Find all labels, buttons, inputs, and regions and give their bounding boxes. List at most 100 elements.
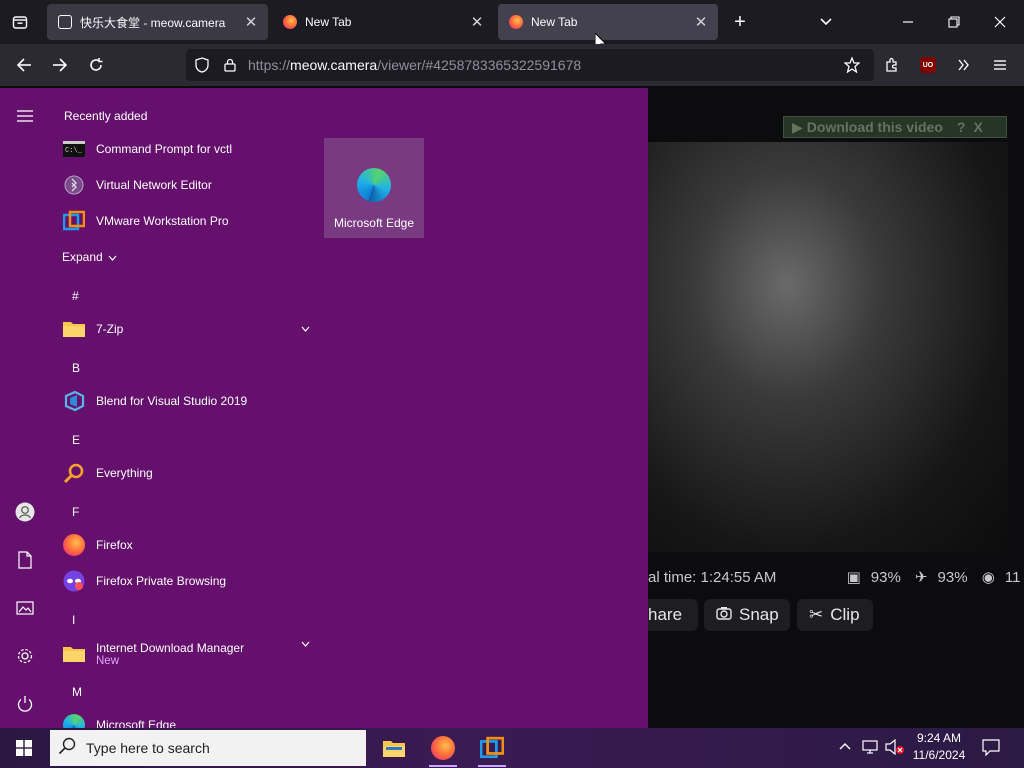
close-tab-icon[interactable]: ✕ <box>465 10 489 34</box>
cat-favicon-icon <box>57 14 73 30</box>
scissors-icon: ✂ <box>809 605 824 624</box>
download-video-label: Download this video <box>806 119 943 135</box>
more-tools-chevron-icon[interactable] <box>952 53 976 77</box>
expand-label: Expand <box>62 250 103 264</box>
viewer-count: 11 <box>1004 569 1021 586</box>
settings-gear-icon[interactable] <box>13 644 37 668</box>
food-level: 93% <box>870 569 901 586</box>
start-menu-rail <box>0 88 50 728</box>
action-center-icon[interactable] <box>982 738 1000 759</box>
clip-button[interactable]: ✂ Clip <box>797 599 873 631</box>
eye-icon: ◉ <box>981 569 995 586</box>
tab-new-tab-active[interactable]: New Tab ✕ <box>498 4 718 40</box>
download-help-icon[interactable]: ? <box>957 119 966 135</box>
app-item-blend-vs-2019[interactable]: Blend for Visual Studio 2019 <box>62 385 312 417</box>
download-close-icon[interactable]: X <box>973 119 982 135</box>
snap-button[interactable]: Snap <box>704 599 790 631</box>
taskbar-clock[interactable]: 9:24 AM 11/6/2024 <box>906 730 972 764</box>
firefox-favicon-icon <box>282 14 298 30</box>
app-label: VMware Workstation Pro <box>96 214 229 228</box>
user-account-icon[interactable] <box>13 500 37 524</box>
app-item-7zip-folder[interactable]: 7-Zip <box>62 313 312 345</box>
group-letter-i[interactable]: I <box>72 613 75 627</box>
camera-video-player[interactable] <box>640 142 1008 552</box>
svg-text:C:\_: C:\_ <box>65 147 83 155</box>
tab-title: New Tab <box>531 15 578 29</box>
group-letter-b[interactable]: B <box>72 361 80 375</box>
hamburger-menu-icon[interactable] <box>13 104 37 128</box>
group-letter-m[interactable]: M <box>72 685 82 699</box>
app-item-microsoft-edge[interactable]: Microsoft Edge <box>62 709 312 728</box>
share-label: hare <box>648 605 683 624</box>
firefox-taskbar-icon[interactable] <box>425 732 461 767</box>
edge-icon <box>357 168 391 202</box>
app-item-command-prompt-vctl[interactable]: C:\_ Command Prompt for vctl <box>62 133 312 165</box>
close-tab-icon[interactable]: ✕ <box>689 10 713 34</box>
firefox-icon <box>62 533 86 557</box>
file-explorer-taskbar-icon[interactable] <box>376 732 412 764</box>
reload-icon[interactable] <box>84 53 108 77</box>
folder-icon <box>62 317 86 341</box>
new-tab-icon[interactable]: + <box>728 10 752 34</box>
group-letter-hash[interactable]: # <box>72 289 79 303</box>
food-bowl-icon: ▣ <box>846 569 861 586</box>
recently-added-heading: Recently added <box>64 109 148 123</box>
app-label: Firefox Private Browsing <box>96 574 227 588</box>
network-icon[interactable] <box>862 739 880 758</box>
app-label: Firefox <box>96 538 133 552</box>
hamburger-menu-icon[interactable] <box>988 53 1012 77</box>
expand-button[interactable]: Expand <box>62 241 142 273</box>
app-item-firefox-private-browsing[interactable]: Firefox Private Browsing <box>62 565 312 597</box>
tab-meow-camera[interactable]: 快乐大食堂 - meow.camera ✕ <box>47 4 268 40</box>
search-icon <box>58 737 76 760</box>
minimize-icon[interactable] <box>896 10 920 34</box>
windows-taskbar: Type here to search 9:24 AM 11/6/2024 <box>0 728 1024 768</box>
app-item-everything[interactable]: Everything <box>62 457 312 489</box>
chevron-down-icon[interactable] <box>298 638 312 650</box>
windows-start-button[interactable] <box>0 728 48 768</box>
restore-icon[interactable] <box>942 10 966 34</box>
tab-new-tab[interactable]: New Tab ✕ <box>272 4 494 40</box>
app-item-virtual-network-editor[interactable]: Virtual Network Editor <box>62 169 312 201</box>
tracking-protection-shield-icon[interactable] <box>194 57 210 73</box>
back-icon[interactable] <box>12 53 36 77</box>
app-item-vmware-workstation-pro[interactable]: VMware Workstation Pro <box>62 205 312 237</box>
folder-icon <box>62 642 86 666</box>
browser-tab-bar: 快乐大食堂 - meow.camera ✕ New Tab ✕ New Tab … <box>0 0 1024 53</box>
address-bar[interactable]: https://meow.camera/viewer/#425878336532… <box>186 49 874 81</box>
url-host: meow.camera <box>290 57 378 73</box>
forward-icon[interactable] <box>48 53 72 77</box>
group-letter-f[interactable]: F <box>72 505 79 519</box>
private-browsing-icon <box>62 569 86 593</box>
chevron-down-icon[interactable] <box>298 323 312 335</box>
extensions-puzzle-icon[interactable] <box>880 53 904 77</box>
tile-microsoft-edge[interactable]: Microsoft Edge <box>324 138 424 238</box>
download-video-button[interactable]: ▶ Download this video ? X <box>783 116 1007 138</box>
group-letter-e[interactable]: E <box>72 433 80 447</box>
app-label-block: Internet Download Manager New <box>96 641 298 667</box>
firefox-view-icon[interactable] <box>8 10 32 34</box>
show-hidden-icons-chevron-icon[interactable] <box>838 740 852 754</box>
app-label: Blend for Visual Studio 2019 <box>96 394 248 408</box>
documents-icon[interactable] <box>13 548 37 572</box>
pictures-icon[interactable] <box>13 596 37 620</box>
power-icon[interactable] <box>13 692 37 716</box>
firefox-favicon-icon <box>508 14 524 30</box>
snap-label: Snap <box>739 605 779 624</box>
clock-time: 9:24 AM <box>916 731 962 745</box>
volume-muted-icon[interactable] <box>885 738 905 758</box>
app-label: Command Prompt for vctl <box>96 142 233 156</box>
start-menu: Recently added C:\_ Command Prompt for v… <box>0 88 648 728</box>
lock-icon[interactable] <box>222 57 238 73</box>
vmware-taskbar-icon[interactable] <box>474 732 510 767</box>
app-item-internet-download-manager-folder[interactable]: Internet Download Manager New <box>62 634 312 674</box>
list-all-tabs-icon[interactable] <box>814 10 838 34</box>
app-item-firefox[interactable]: Firefox <box>62 529 312 561</box>
everything-icon <box>62 461 86 485</box>
taskbar-search-box[interactable]: Type here to search <box>50 730 366 766</box>
close-tab-icon[interactable]: ✕ <box>239 10 263 34</box>
close-window-icon[interactable] <box>988 10 1012 34</box>
bookmark-star-icon[interactable] <box>844 57 860 73</box>
ublock-origin-icon[interactable]: UO <box>916 53 940 77</box>
url-text: https://meow.camera/viewer/#425878336532… <box>248 57 581 73</box>
